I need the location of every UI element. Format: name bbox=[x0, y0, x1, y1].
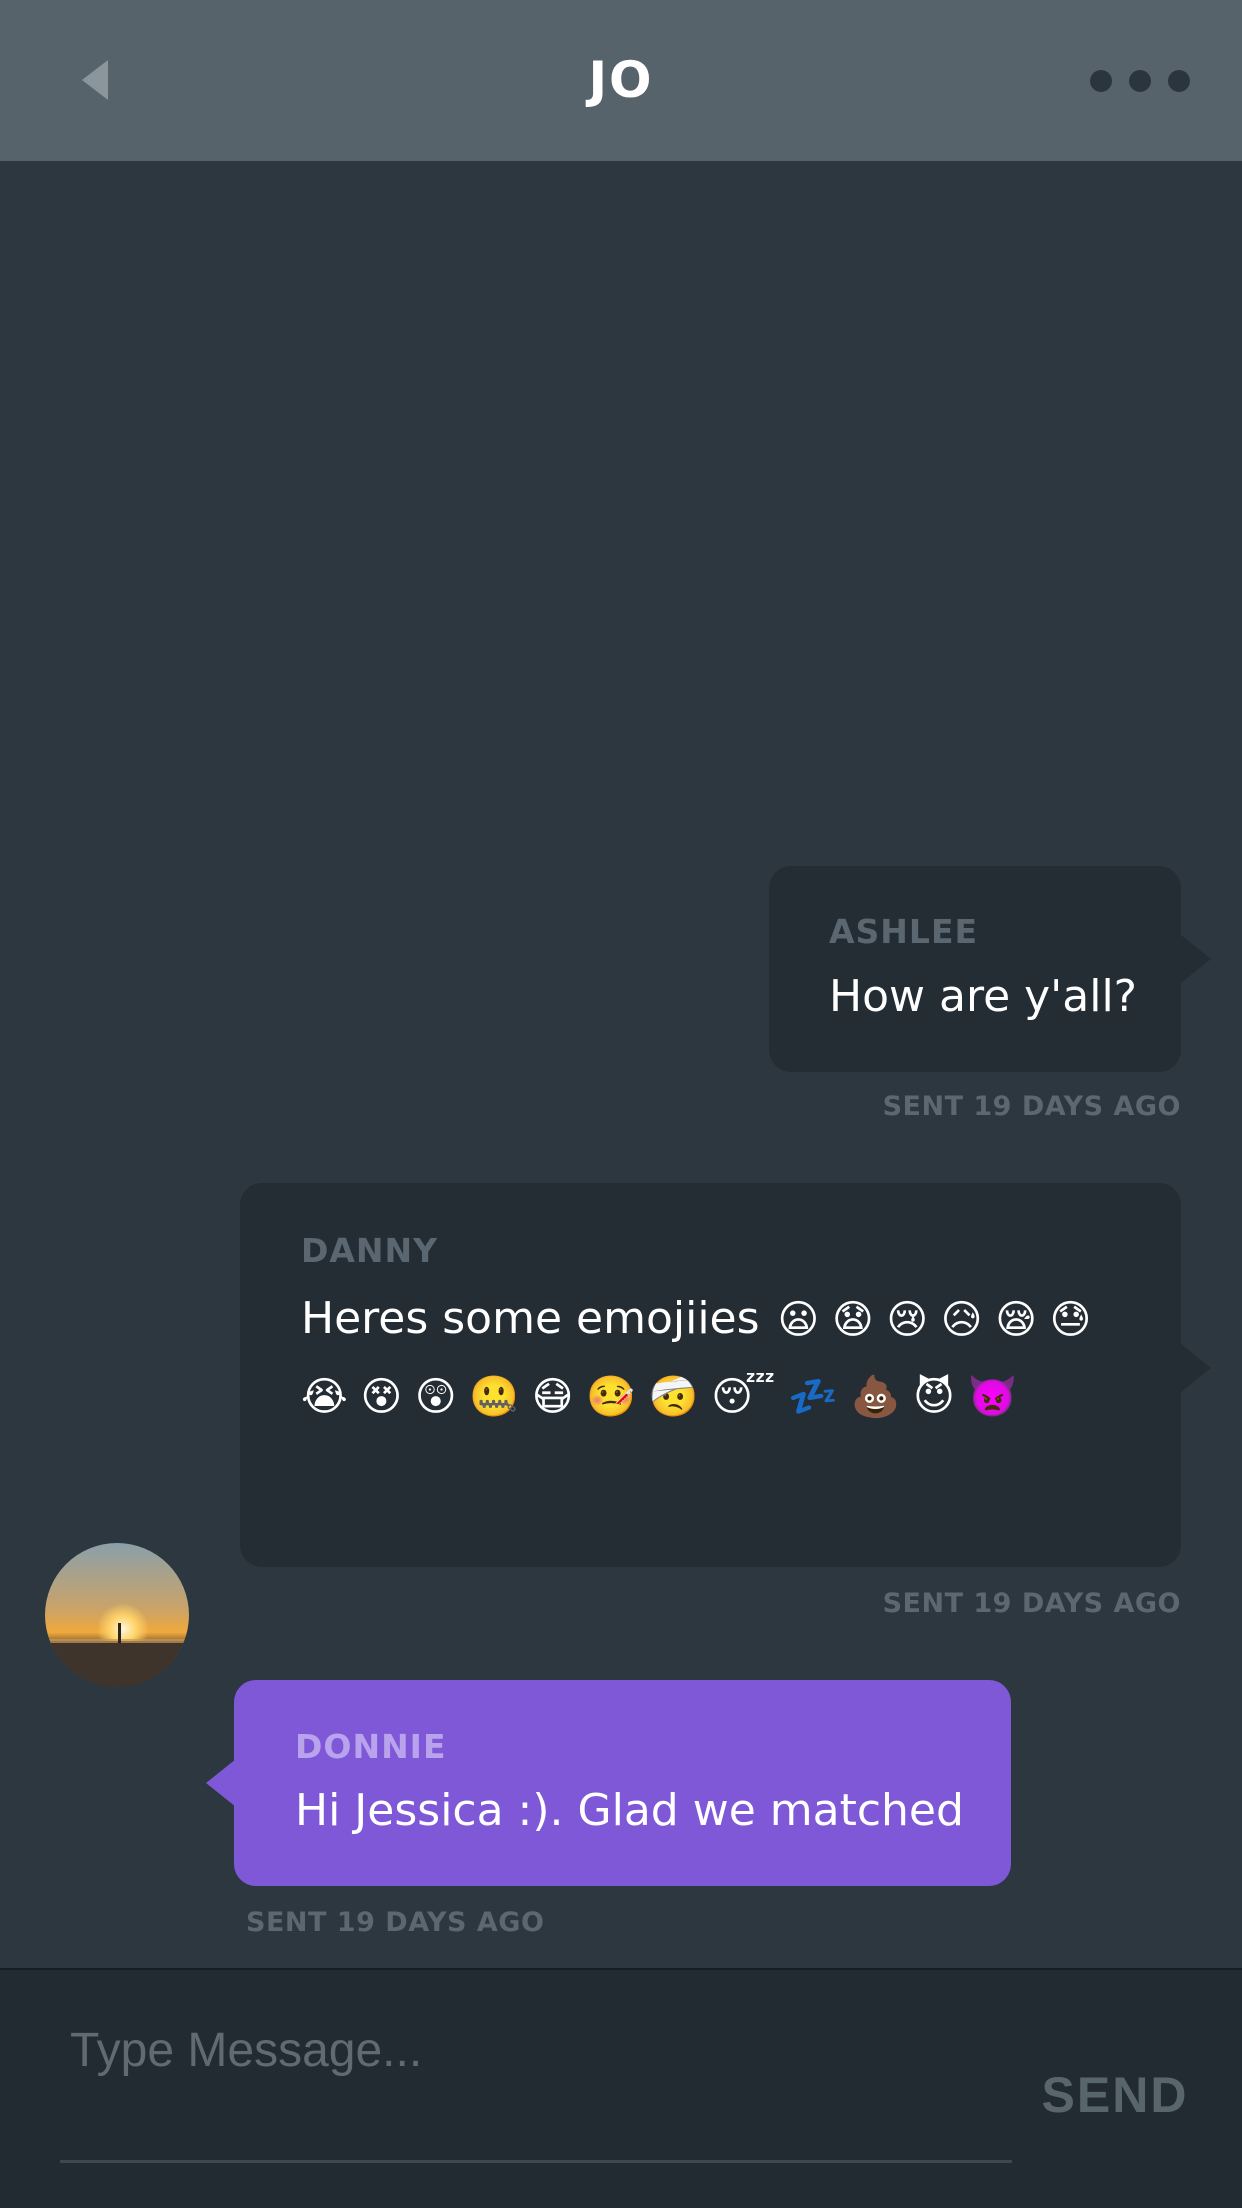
sender-name: DANNY bbox=[301, 1231, 439, 1270]
bubble-tail bbox=[1181, 935, 1211, 983]
sent-timestamp: SENT 19 DAYS AGO bbox=[882, 1091, 1181, 1122]
bubble-tail bbox=[1181, 1344, 1211, 1392]
sender-name: DONNIE bbox=[295, 1727, 447, 1766]
back-arrow-icon bbox=[82, 60, 108, 100]
chat-title: JO bbox=[588, 51, 654, 109]
send-button[interactable]: SEND bbox=[1030, 2050, 1200, 2140]
message-list[interactable]: ASHLEE How are y'all? SENT 19 DAYS AGO D… bbox=[0, 161, 1242, 1968]
sunset-avatar bbox=[45, 1543, 189, 1687]
sender-name: ASHLEE bbox=[829, 912, 979, 951]
message-bubble bbox=[769, 866, 1181, 1072]
avatar[interactable] bbox=[45, 1543, 189, 1687]
message-text: Heres some emojiies 😦 😧 😢 😥 😪 😓 😭 😵 😲 🤐 😷… bbox=[301, 1281, 1141, 1435]
sent-timestamp: SENT 19 DAYS AGO bbox=[882, 1588, 1181, 1619]
message-text: Hi Jessica :). Glad we matched bbox=[295, 1785, 964, 1836]
back-button[interactable] bbox=[70, 55, 120, 105]
more-options-button[interactable] bbox=[1085, 65, 1195, 97]
message-composer: SEND bbox=[0, 1968, 1242, 2208]
sent-timestamp: SENT 19 DAYS AGO bbox=[246, 1907, 545, 1938]
message-text-content: Heres some emojiies bbox=[301, 1293, 760, 1344]
input-underline bbox=[60, 2160, 1012, 2163]
message-input[interactable] bbox=[60, 2010, 1010, 2090]
message-text: How are y'all? bbox=[829, 971, 1138, 1022]
top-bar: JO bbox=[0, 0, 1242, 161]
bubble-tail bbox=[206, 1759, 236, 1807]
message-bubble bbox=[234, 1680, 1011, 1886]
more-dots-icon bbox=[1090, 70, 1190, 92]
